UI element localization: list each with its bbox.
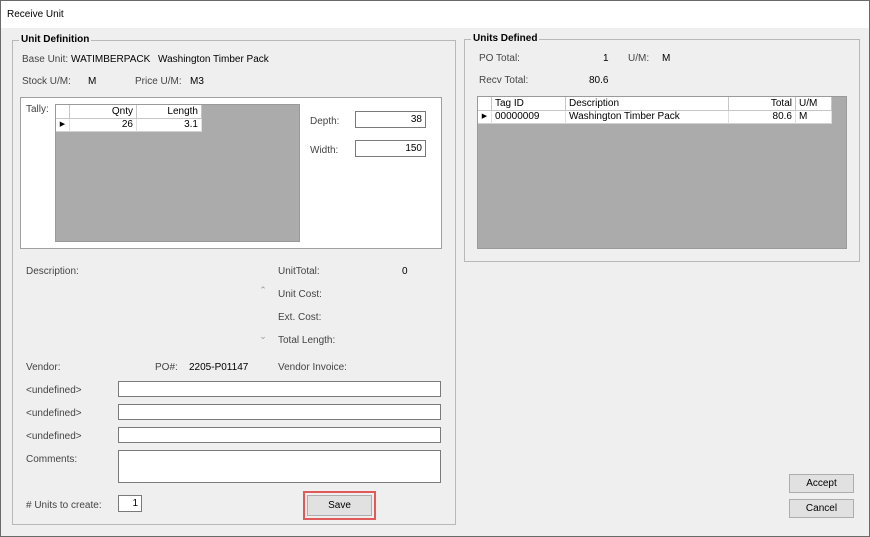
unit-total-value: 0 xyxy=(402,266,408,277)
um-label: U/M: xyxy=(628,53,650,64)
price-um-value: M3 xyxy=(190,76,204,87)
vendor-label: Vendor: xyxy=(26,362,61,373)
undefined-field-input[interactable] xyxy=(118,404,441,420)
units-cell-um[interactable]: M xyxy=(796,111,832,124)
window-title: Receive Unit xyxy=(1,1,869,28)
po-total-value: 1 xyxy=(603,53,609,64)
undefined-field-label: <undefined> xyxy=(26,408,82,419)
width-input[interactable] xyxy=(355,140,426,157)
receive-unit-window: Receive Unit Unit Definition Base Unit: … xyxy=(0,0,870,537)
depth-label: Depth: xyxy=(310,116,340,127)
comments-textarea[interactable] xyxy=(118,450,441,483)
units-col-total[interactable]: Total xyxy=(729,97,796,111)
tally-label: Tally: xyxy=(26,104,49,115)
tally-col-qnty[interactable]: Qnty xyxy=(70,105,137,119)
units-defined-grid[interactable]: Tag ID Description Total U/M ▶ 00000009 … xyxy=(477,96,847,249)
recv-total-value: 80.6 xyxy=(589,75,609,86)
total-length-label: Total Length: xyxy=(278,335,336,346)
cancel-button[interactable]: Cancel xyxy=(789,499,854,518)
units-cell-tag-id[interactable]: 00000009 xyxy=(492,111,566,124)
units-to-create-input[interactable] xyxy=(118,495,142,512)
base-unit-name: Washington Timber Pack xyxy=(158,54,269,65)
save-button[interactable]: Save xyxy=(307,495,372,516)
units-col-description[interactable]: Description xyxy=(566,97,729,111)
stock-um-value: M xyxy=(88,76,97,87)
price-um-label: Price U/M: xyxy=(135,76,182,87)
scroll-up-icon[interactable]: ⌃ xyxy=(257,285,269,296)
units-defined-title: Units Defined xyxy=(471,33,540,44)
recv-total-label: Recv Total: xyxy=(479,75,529,86)
base-unit-label: Base Unit: xyxy=(22,54,69,65)
ext-cost-label: Ext. Cost: xyxy=(278,312,322,323)
unit-cost-label: Unit Cost: xyxy=(278,289,322,300)
vendor-invoice-label: Vendor Invoice: xyxy=(278,362,347,373)
units-cell-description[interactable]: Washington Timber Pack xyxy=(566,111,729,124)
scroll-down-icon[interactable]: ⌄ xyxy=(257,331,269,342)
units-col-um[interactable]: U/M xyxy=(796,97,832,111)
tally-grid-corner xyxy=(56,105,70,119)
width-label: Width: xyxy=(310,145,339,156)
undefined-field-input[interactable] xyxy=(118,427,441,443)
comments-label: Comments: xyxy=(26,454,78,465)
stock-um-label: Stock U/M: xyxy=(22,76,71,87)
unit-definition-title: Unit Definition xyxy=(19,34,92,45)
units-grid-corner xyxy=(478,97,492,111)
um-value: M xyxy=(662,53,671,64)
unit-total-label: UnitTotal: xyxy=(278,266,320,277)
undefined-field-label: <undefined> xyxy=(26,385,82,396)
units-col-tag-id[interactable]: Tag ID xyxy=(492,97,566,111)
units-to-create-label: # Units to create: xyxy=(26,500,102,511)
units-cell-total[interactable]: 80.6 xyxy=(729,111,796,124)
po-label: PO#: xyxy=(155,362,178,373)
po-total-label: PO Total: xyxy=(479,53,520,64)
base-unit-code: WATIMBERPACK xyxy=(71,54,151,65)
po-value: 2205-P01147 xyxy=(189,362,249,373)
tally-grid[interactable]: Qnty Length ▶ 26 3.1 xyxy=(55,104,300,242)
depth-input[interactable] xyxy=(355,111,426,128)
undefined-field-input[interactable] xyxy=(118,381,441,397)
undefined-field-label: <undefined> xyxy=(26,431,82,442)
accept-button[interactable]: Accept xyxy=(789,474,854,493)
row-selector-icon[interactable]: ▶ xyxy=(56,119,70,132)
tally-cell-length[interactable]: 3.1 xyxy=(137,119,202,132)
description-label: Description: xyxy=(26,266,79,277)
tally-cell-qnty[interactable]: 26 xyxy=(70,119,137,132)
row-selector-icon[interactable]: ▶ xyxy=(478,111,492,124)
tally-col-length[interactable]: Length xyxy=(137,105,202,119)
